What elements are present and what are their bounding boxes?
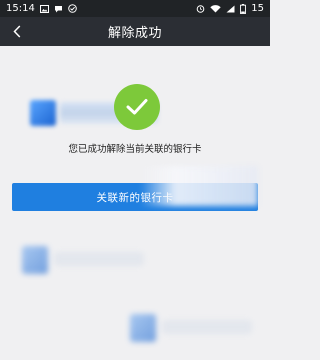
nav-bar: 解除成功 (0, 17, 270, 46)
image-icon (39, 4, 49, 13)
battery-icon (240, 3, 247, 14)
blur-overlay (140, 166, 258, 206)
blurred-logo (130, 314, 156, 342)
blurred-text (162, 320, 252, 334)
watermark-mark (30, 100, 56, 126)
checkmark-icon (126, 98, 148, 116)
blurred-watermark-2 (130, 314, 265, 346)
chat-icon (54, 5, 63, 13)
status-bar: 15:14 15 (0, 0, 270, 17)
status-left: 15:14 (6, 3, 77, 14)
success-message: 您已成功解除当前关联的银行卡 (68, 144, 202, 155)
content-area: 您已成功解除当前关联的银行卡 关联新的银行卡 (0, 46, 270, 360)
back-button[interactable] (6, 17, 28, 46)
blurred-watermark-1 (22, 246, 152, 276)
alarm-icon (196, 4, 205, 13)
check-circle-icon (68, 4, 77, 13)
success-badge (114, 84, 160, 130)
wifi-icon (210, 4, 221, 13)
battery-level: 15 (251, 3, 264, 14)
chevron-left-icon (13, 25, 21, 38)
page-title: 解除成功 (107, 26, 162, 41)
blurred-text (54, 252, 144, 266)
status-right: 15 (196, 3, 264, 14)
blurred-logo (22, 246, 48, 274)
status-time: 15:14 (6, 3, 35, 14)
signal-icon (226, 5, 235, 13)
